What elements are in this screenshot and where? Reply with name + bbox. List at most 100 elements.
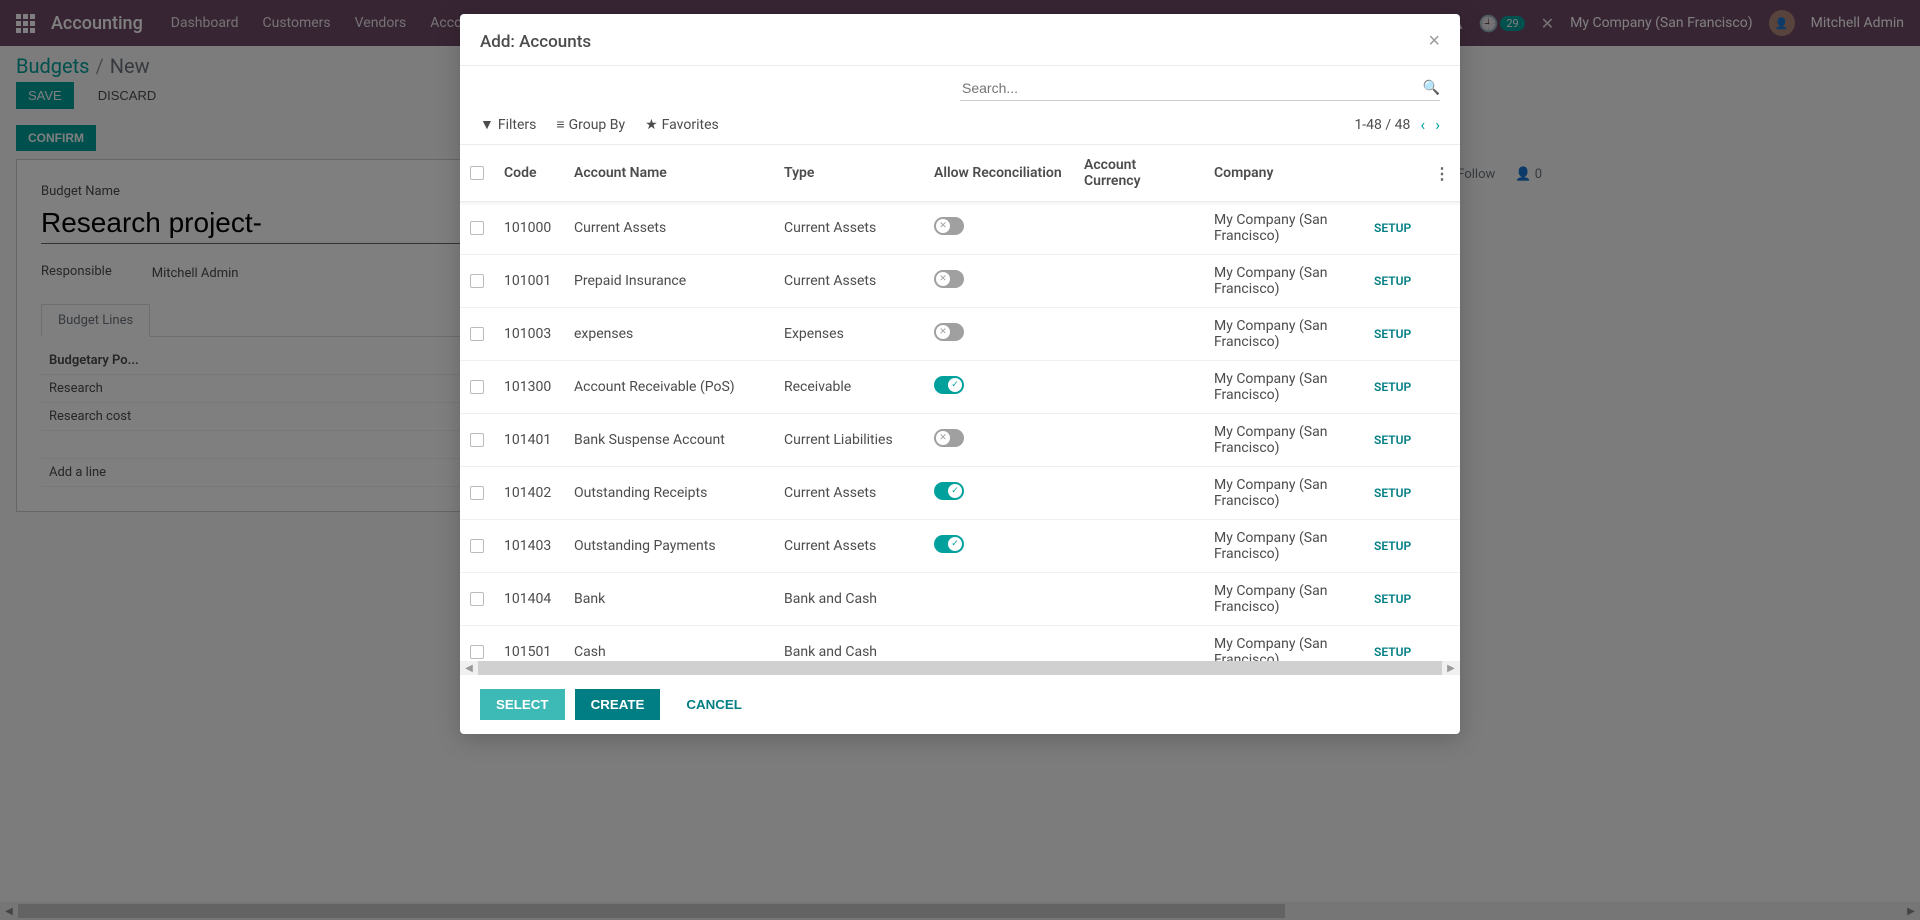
- row-checkbox[interactable]: [470, 433, 484, 447]
- row-checkbox[interactable]: [470, 486, 484, 500]
- cell-name: Cash: [564, 626, 774, 662]
- reconcile-toggle[interactable]: ✕: [934, 217, 964, 235]
- cell-name: Bank: [564, 573, 774, 626]
- cell-company: My Company (San Francisco): [1204, 308, 1364, 361]
- col-name[interactable]: Account Name: [564, 145, 774, 202]
- cell-code: 101501: [494, 626, 564, 662]
- account-row[interactable]: 101000Current AssetsCurrent Assets✕My Co…: [460, 202, 1460, 255]
- close-icon[interactable]: ×: [1428, 30, 1440, 53]
- cell-code: 101001: [494, 255, 564, 308]
- filter-icon: ▼: [480, 116, 494, 133]
- cell-name: Current Assets: [564, 202, 774, 255]
- cell-type: Current Assets: [774, 467, 924, 520]
- reconcile-toggle[interactable]: ✓: [934, 482, 964, 500]
- pager-next-icon[interactable]: ›: [1435, 115, 1440, 134]
- select-button[interactable]: SELECT: [480, 689, 565, 720]
- row-checkbox[interactable]: [470, 539, 484, 553]
- cell-code: 101300: [494, 361, 564, 414]
- setup-button[interactable]: SETUP: [1374, 274, 1411, 288]
- cell-code: 101003: [494, 308, 564, 361]
- cell-name: Prepaid Insurance: [564, 255, 774, 308]
- cell-currency: [1074, 414, 1204, 467]
- cell-currency: [1074, 255, 1204, 308]
- setup-button[interactable]: SETUP: [1374, 592, 1411, 606]
- row-checkbox[interactable]: [470, 327, 484, 341]
- cell-currency: [1074, 467, 1204, 520]
- setup-button[interactable]: SETUP: [1374, 327, 1411, 341]
- cell-type: Current Assets: [774, 202, 924, 255]
- favorites-button[interactable]: ★Favorites: [645, 117, 719, 133]
- cell-currency: [1074, 308, 1204, 361]
- cell-type: Receivable: [774, 361, 924, 414]
- search-input[interactable]: [960, 76, 1423, 100]
- cell-currency: [1074, 520, 1204, 573]
- modal-title: Add: Accounts: [480, 32, 591, 52]
- row-checkbox[interactable]: [470, 592, 484, 606]
- account-row[interactable]: 101404BankBank and Cash My Company (San F…: [460, 573, 1460, 626]
- account-row[interactable]: 101403Outstanding PaymentsCurrent Assets…: [460, 520, 1460, 573]
- cell-type: Bank and Cash: [774, 573, 924, 626]
- cell-type: Bank and Cash: [774, 626, 924, 662]
- cell-company: My Company (San Francisco): [1204, 361, 1364, 414]
- row-checkbox[interactable]: [470, 221, 484, 235]
- row-checkbox[interactable]: [470, 274, 484, 288]
- cell-currency: [1074, 626, 1204, 662]
- cancel-button[interactable]: CANCEL: [670, 689, 758, 720]
- row-checkbox[interactable]: [470, 645, 484, 659]
- setup-button[interactable]: SETUP: [1374, 221, 1411, 235]
- star-icon: ★: [645, 117, 658, 133]
- cell-type: Current Assets: [774, 520, 924, 573]
- pager-text: 1-48 / 48: [1354, 117, 1410, 133]
- col-type[interactable]: Type: [774, 145, 924, 202]
- reconcile-toggle[interactable]: ✓: [934, 376, 964, 394]
- list-icon: ≡: [556, 116, 564, 133]
- col-currency[interactable]: Account Currency: [1074, 145, 1204, 202]
- reconcile-toggle[interactable]: ✕: [934, 429, 964, 447]
- cell-code: 101401: [494, 414, 564, 467]
- cell-code: 101404: [494, 573, 564, 626]
- cell-currency: [1074, 202, 1204, 255]
- account-row[interactable]: 101003expensesExpenses ✕ My Company (San F…: [460, 308, 1460, 361]
- pager-prev-icon[interactable]: ‹: [1420, 115, 1425, 134]
- cell-company: My Company (San Francisco): [1204, 520, 1364, 573]
- search-icon[interactable]: 🔍: [1423, 80, 1440, 96]
- cell-name: expenses: [564, 308, 774, 361]
- account-row[interactable]: 101001Prepaid InsuranceCurrent Assets ✕ My…: [460, 255, 1460, 308]
- cell-name: Outstanding Payments: [564, 520, 774, 573]
- reconcile-toggle[interactable]: ✕: [934, 323, 964, 341]
- create-button[interactable]: CREATE: [575, 689, 661, 720]
- cell-name: Outstanding Receipts: [564, 467, 774, 520]
- row-checkbox[interactable]: [470, 380, 484, 394]
- cell-type: Expenses: [774, 308, 924, 361]
- account-row[interactable]: 101401Bank Suspense AccountCurrent Liabi…: [460, 414, 1460, 467]
- add-accounts-modal: Add: Accounts × 🔍 ▼Filters ≡Group By ★Fa…: [460, 14, 1460, 734]
- account-row[interactable]: 101402Outstanding ReceiptsCurrent Assets…: [460, 467, 1460, 520]
- modal-horizontal-scrollbar[interactable]: ◀▶: [460, 661, 1460, 675]
- groupby-button[interactable]: ≡Group By: [556, 116, 625, 133]
- cell-code: 101402: [494, 467, 564, 520]
- filters-button[interactable]: ▼Filters: [480, 116, 536, 133]
- col-reconcile[interactable]: Allow Reconciliation: [924, 145, 1074, 202]
- setup-button[interactable]: SETUP: [1374, 645, 1411, 659]
- col-code[interactable]: Code: [494, 145, 564, 202]
- kebab-icon[interactable]: ⋮: [1434, 164, 1450, 183]
- account-row[interactable]: 101501CashBank and CashMy Company (San F…: [460, 626, 1460, 662]
- cell-company: My Company (San Francisco): [1204, 255, 1364, 308]
- cell-company: My Company (San Francisco): [1204, 573, 1364, 626]
- col-company[interactable]: Company: [1204, 145, 1364, 202]
- cell-company: My Company (San Francisco): [1204, 202, 1364, 255]
- select-all-checkbox[interactable]: [470, 166, 484, 180]
- cell-type: Current Liabilities: [774, 414, 924, 467]
- cell-name: Account Receivable (PoS): [564, 361, 774, 414]
- cell-code: 101000: [494, 202, 564, 255]
- setup-button[interactable]: SETUP: [1374, 380, 1411, 394]
- setup-button[interactable]: SETUP: [1374, 433, 1411, 447]
- cell-type: Current Assets: [774, 255, 924, 308]
- account-row[interactable]: 101300Account Receivable (PoS)Receivable…: [460, 361, 1460, 414]
- cell-code: 101403: [494, 520, 564, 573]
- setup-button[interactable]: SETUP: [1374, 486, 1411, 500]
- cell-company: My Company (San Francisco): [1204, 414, 1364, 467]
- setup-button[interactable]: SETUP: [1374, 539, 1411, 553]
- reconcile-toggle[interactable]: ✓: [934, 535, 964, 553]
- reconcile-toggle[interactable]: ✕: [934, 270, 964, 288]
